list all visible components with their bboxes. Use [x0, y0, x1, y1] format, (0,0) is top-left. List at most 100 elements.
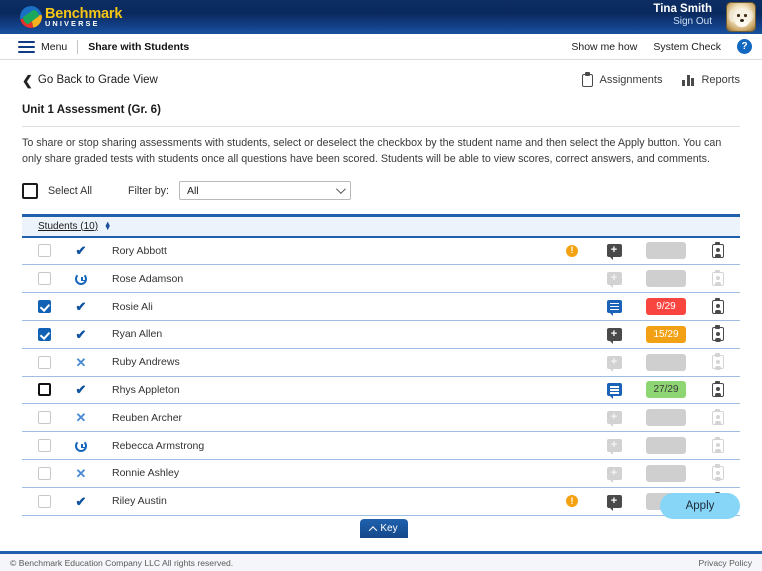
- system-check-link[interactable]: System Check: [653, 41, 721, 53]
- privacy-policy-link[interactable]: Privacy Policy: [699, 558, 752, 568]
- student-report-icon: [712, 269, 724, 286]
- brand-header: Benchmark UNIVERSE Tina Smith Sign Out: [0, 0, 762, 34]
- comment-icon[interactable]: [606, 300, 622, 317]
- row-checkbox-cell: [22, 383, 66, 397]
- status-cell: ✔: [66, 495, 96, 508]
- row-checkbox[interactable]: [37, 411, 51, 425]
- avatar[interactable]: [726, 2, 756, 32]
- breadcrumb: Share with Students: [88, 40, 190, 53]
- row-checkbox[interactable]: [37, 466, 51, 480]
- status-cell: [66, 439, 96, 452]
- show-me-how-link[interactable]: Show me how: [571, 41, 637, 53]
- student-report-icon[interactable]: [712, 325, 724, 342]
- share-with-students-page: Benchmark UNIVERSE Tina Smith Sign Out M…: [0, 0, 762, 571]
- row-checkbox[interactable]: [37, 272, 51, 286]
- status-cell: ✔: [66, 300, 96, 313]
- select-all-checkbox[interactable]: [22, 182, 38, 199]
- sort-arrows-icon[interactable]: ▲ ▼: [104, 220, 111, 232]
- chevron-up-icon: [369, 525, 378, 535]
- filter-select[interactable]: All: [178, 181, 351, 201]
- note-cell: +: [592, 244, 636, 261]
- table-row: Rose Adamson +: [22, 265, 740, 294]
- report-cell: [696, 464, 740, 481]
- row-checkbox[interactable]: [37, 244, 51, 258]
- check-icon: ✔: [75, 299, 87, 315]
- alert-icon[interactable]: !: [566, 244, 578, 257]
- student-report-icon[interactable]: [712, 380, 724, 397]
- student-name: Ryan Allen: [112, 328, 163, 341]
- nav-divider: [77, 39, 79, 54]
- add-comment-icon[interactable]: +: [606, 244, 622, 261]
- table-body: ✔ Rory Abbott! + Rose Adamson + ✔ Rosie Ali 9/2…: [22, 238, 740, 516]
- main-content: ❮ Go Back to Grade View Assignments Repo…: [0, 60, 762, 551]
- students-column-header[interactable]: Students (10): [38, 221, 98, 232]
- alert-icon[interactable]: !: [566, 495, 578, 508]
- help-icon[interactable]: ?: [737, 39, 752, 54]
- add-comment-icon[interactable]: +: [606, 327, 622, 344]
- add-comment-icon[interactable]: +: [606, 494, 622, 511]
- menu-button[interactable]: Menu: [18, 40, 67, 53]
- row-checkbox-cell: [22, 272, 66, 286]
- table-row: ✕ Ronnie Ashley +: [22, 460, 740, 488]
- benchmark-universe-logo-icon: [17, 3, 45, 31]
- row-checkbox-cell: [22, 411, 66, 425]
- note-cell: [592, 300, 636, 317]
- x-icon: ✕: [75, 354, 87, 370]
- score-badge: 15/29: [646, 325, 686, 343]
- row-checkbox[interactable]: [37, 300, 51, 314]
- go-back-to-grade-view-button[interactable]: ❮ Go Back to Grade View: [22, 74, 158, 87]
- status-cell: ✕: [66, 467, 96, 480]
- title-divider: [22, 126, 740, 127]
- status-cell: ✔: [66, 244, 96, 257]
- student-report-icon: [712, 408, 724, 425]
- table-row: ✔ Rhys Appleton 27/29: [22, 377, 740, 405]
- back-link-label: Go Back to Grade View: [37, 74, 158, 86]
- table-row: Rebecca Armstrong +: [22, 432, 740, 460]
- row-checkbox[interactable]: [37, 383, 51, 397]
- filter-selected-value: All: [186, 184, 199, 197]
- row-checkbox[interactable]: [37, 327, 51, 341]
- report-cell: [696, 325, 740, 342]
- student-report-icon: [712, 464, 724, 481]
- comment-icon[interactable]: [606, 383, 622, 400]
- score-badge: [646, 270, 686, 288]
- add-comment-icon: +: [606, 466, 622, 483]
- hamburger-icon: [18, 40, 35, 53]
- report-cell: [696, 353, 740, 370]
- key-tab-button[interactable]: Key: [360, 519, 408, 538]
- row-checkbox[interactable]: [37, 355, 51, 369]
- apply-button-wrapper: Apply: [660, 493, 740, 519]
- sub-navigation: ❮ Go Back to Grade View Assignments Repo…: [22, 66, 740, 94]
- assignments-button[interactable]: Assignments: [582, 71, 662, 87]
- score-badge: [646, 353, 686, 371]
- check-icon: ✔: [75, 493, 87, 509]
- table-row: ✔ Rosie Ali 9/29: [22, 293, 740, 321]
- table-row: ✔ Rory Abbott! +: [22, 238, 740, 266]
- brand-logo[interactable]: Benchmark UNIVERSE: [17, 3, 122, 31]
- student-name: Ronnie Ashley: [112, 467, 180, 480]
- x-icon: ✕: [75, 465, 87, 481]
- note-cell: +: [592, 355, 636, 372]
- student-name: Ruby Andrews: [112, 356, 180, 369]
- student-name: Rosie Ali: [112, 300, 153, 313]
- select-all-label: Select All: [48, 184, 92, 197]
- row-checkbox-cell: [22, 466, 66, 480]
- reports-button[interactable]: Reports: [682, 74, 740, 86]
- student-report-icon[interactable]: [712, 241, 724, 258]
- apply-button[interactable]: Apply: [660, 493, 740, 519]
- note-cell: +: [592, 466, 636, 483]
- add-comment-icon: +: [606, 439, 622, 455]
- row-checkbox-cell: [22, 300, 66, 314]
- score-cell: 9/29: [636, 298, 696, 316]
- row-checkbox-cell: [22, 355, 66, 369]
- table-row: ✔ Ryan Allen +15/29: [22, 321, 740, 349]
- main-navbar: Menu Share with Students Show me how Sys…: [0, 34, 762, 60]
- chevron-down-icon: [335, 184, 346, 195]
- score-badge: [646, 242, 686, 260]
- student-report-icon[interactable]: [712, 297, 724, 314]
- row-checkbox[interactable]: [37, 494, 51, 508]
- row-checkbox[interactable]: [37, 439, 51, 452]
- sign-out-link[interactable]: Sign Out: [653, 16, 712, 29]
- report-cell: [696, 269, 740, 286]
- note-cell: +: [592, 411, 636, 428]
